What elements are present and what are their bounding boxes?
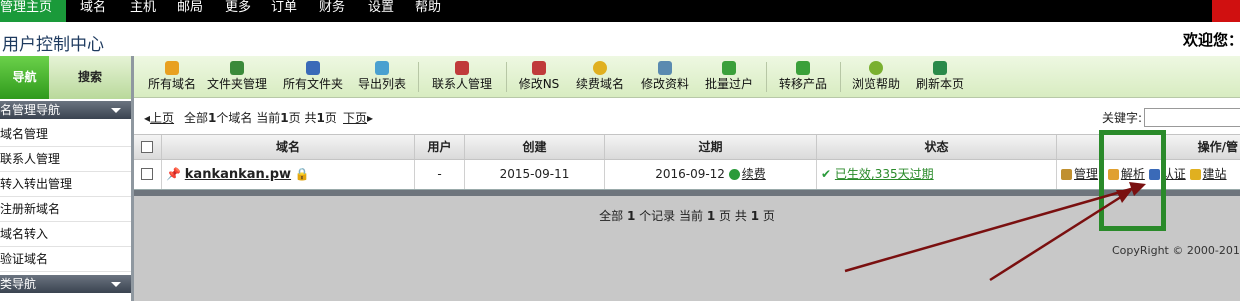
arrow-head-2: [1116, 190, 1132, 203]
annotation-arrows: [844, 182, 1146, 282]
arrow-line-1: [844, 185, 1139, 273]
arrow-head-1: [1129, 182, 1146, 196]
arrow-line-2: [989, 193, 1125, 282]
